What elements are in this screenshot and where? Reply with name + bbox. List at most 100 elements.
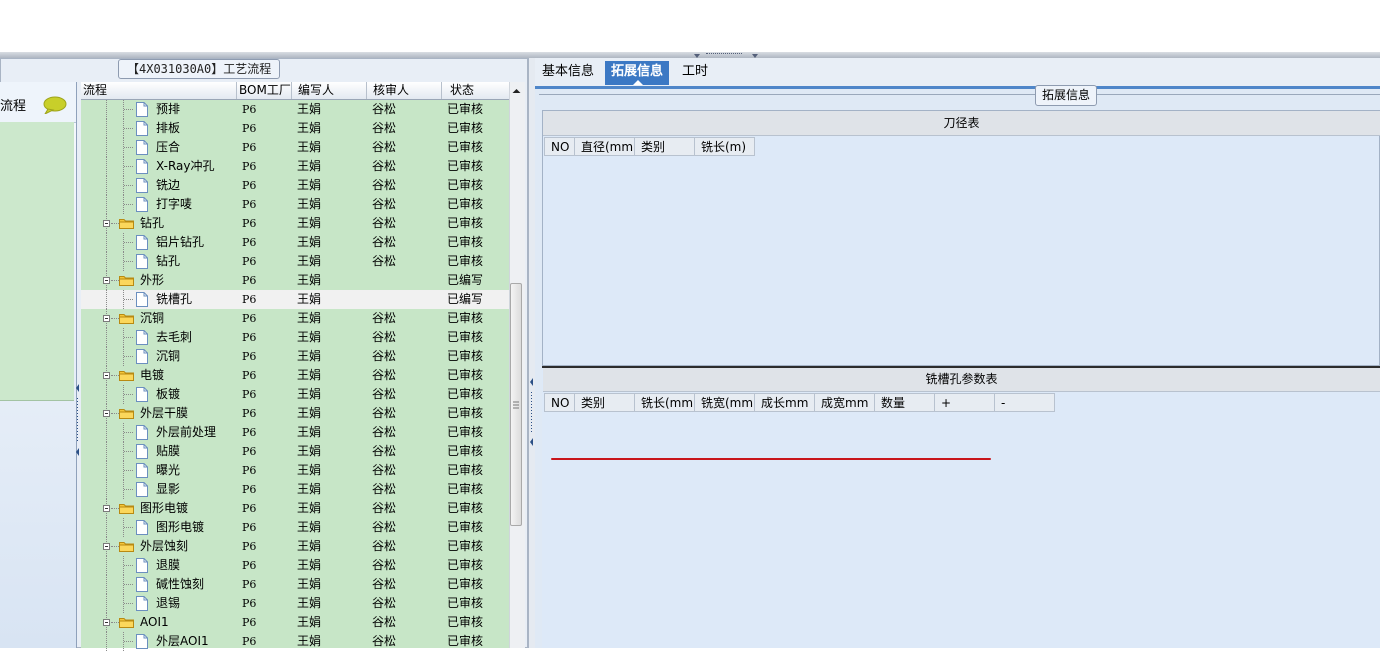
tree-line xyxy=(124,451,133,452)
reviewer-cell: 谷松 xyxy=(372,330,397,344)
column-header-reviewer[interactable]: 核审人 xyxy=(367,82,442,99)
collapse-toggle-icon[interactable] xyxy=(103,543,110,550)
table-column-header[interactable]: 铣长(mm) xyxy=(634,393,695,412)
collapse-toggle-icon[interactable] xyxy=(103,372,110,379)
table-row[interactable]: 排板 P6 王娟 谷松 已审核 xyxy=(81,119,509,138)
bom-cell: P6 xyxy=(242,198,257,211)
table-row[interactable]: 铝片钻孔 P6 王娟 谷松 已审核 xyxy=(81,233,509,252)
table-row[interactable]: 外层干膜 P6 王娟 谷松 已审核 xyxy=(81,404,509,423)
extended-info-group-title: 拓展信息 xyxy=(1035,85,1098,106)
tree-line xyxy=(111,546,119,547)
reviewer-cell: 谷松 xyxy=(372,121,397,135)
table-row[interactable]: 退膜 P6 王娟 谷松 已审核 xyxy=(81,556,509,575)
tab-work-hours[interactable]: 工时 xyxy=(676,61,714,85)
column-header-bom[interactable]: BOM工厂 xyxy=(237,82,292,99)
collapse-toggle-icon[interactable] xyxy=(103,410,110,417)
table-row[interactable]: X-Ray冲孔 P6 王娟 谷松 已审核 xyxy=(81,157,509,176)
reviewer-cell: 谷松 xyxy=(372,159,397,173)
table-row[interactable]: 钻孔 P6 王娟 谷松 已审核 xyxy=(81,214,509,233)
sidebar-list-area xyxy=(0,122,74,401)
table-row[interactable]: 外形 P6 王娟 已编写 xyxy=(81,271,509,290)
table-row[interactable]: 压合 P6 王娟 谷松 已审核 xyxy=(81,138,509,157)
bom-cell: P6 xyxy=(242,521,257,534)
folder-icon xyxy=(119,542,134,552)
table-row[interactable]: 显影 P6 王娟 谷松 已审核 xyxy=(81,480,509,499)
table-row[interactable]: 预排 P6 王娟 谷松 已审核 xyxy=(81,100,509,119)
status-cell: 已审核 xyxy=(447,159,484,173)
table-row[interactable]: 贴膜 P6 王娟 谷松 已审核 xyxy=(81,442,509,461)
table-row[interactable]: 电镀 P6 王娟 谷松 已审核 xyxy=(81,366,509,385)
bom-cell: P6 xyxy=(242,274,257,287)
table-column-header[interactable]: 类别 xyxy=(634,137,695,156)
tree-line xyxy=(106,195,107,214)
bom-cell: P6 xyxy=(242,141,257,154)
table-row[interactable]: 沉铜 P6 王娟 谷松 已审核 xyxy=(81,309,509,328)
reviewer-cell: 谷松 xyxy=(372,634,397,648)
table-column-header[interactable]: NO xyxy=(544,393,575,412)
table-row[interactable]: 板镀 P6 王娟 谷松 已审核 xyxy=(81,385,509,404)
table-column-header[interactable]: + xyxy=(934,393,995,412)
tree-line xyxy=(106,423,107,442)
bom-cell: P6 xyxy=(242,179,257,192)
table-column-header[interactable]: 直径(mm) xyxy=(574,137,635,156)
table-row[interactable]: 去毛刺 P6 王娟 谷松 已审核 xyxy=(81,328,509,347)
table-row[interactable]: AOI1 P6 王娟 谷松 已审核 xyxy=(81,613,509,632)
table-row[interactable]: 外层前处理 P6 王娟 谷松 已审核 xyxy=(81,423,509,442)
bom-cell: P6 xyxy=(242,502,257,515)
tree-line xyxy=(124,565,133,566)
document-icon xyxy=(136,596,148,611)
document-icon xyxy=(136,482,148,497)
status-cell: 已审核 xyxy=(447,349,484,363)
tree-line xyxy=(111,223,119,224)
table-column-header[interactable]: 成长mm xyxy=(754,393,815,412)
status-cell: 已审核 xyxy=(447,178,484,192)
splitter-grip-icon[interactable] xyxy=(529,378,534,458)
table-row[interactable]: 外层蚀刻 P6 王娟 谷松 已审核 xyxy=(81,537,509,556)
writer-cell: 王娟 xyxy=(297,254,322,268)
collapse-toggle-icon[interactable] xyxy=(103,315,110,322)
tree-line xyxy=(124,299,133,300)
process-name-cell: 外层干膜 xyxy=(140,406,189,420)
table-row[interactable]: 碱性蚀刻 P6 王娟 谷松 已审核 xyxy=(81,575,509,594)
table-row[interactable]: 外层AOI1 P6 王娟 谷松 已审核 xyxy=(81,632,509,651)
table-row[interactable]: 退锡 P6 王娟 谷松 已审核 xyxy=(81,594,509,613)
writer-cell: 王娟 xyxy=(297,463,322,477)
table-column-header[interactable]: 铣长(m) xyxy=(694,137,755,156)
table-row[interactable]: 铣槽孔 P6 王娟 已编写 xyxy=(81,290,509,309)
collapse-toggle-icon[interactable] xyxy=(103,505,110,512)
table-row[interactable]: 铣边 P6 王娟 谷松 已审核 xyxy=(81,176,509,195)
bom-cell: P6 xyxy=(242,103,257,116)
table-column-header[interactable]: NO xyxy=(544,137,575,156)
table-row[interactable]: 钻孔 P6 王娟 谷松 已审核 xyxy=(81,252,509,271)
table-column-header[interactable]: 成宽mm xyxy=(814,393,875,412)
document-icon xyxy=(136,349,148,364)
table-column-header[interactable]: - xyxy=(994,393,1055,412)
process-name-cell: 电镀 xyxy=(140,368,165,382)
table-row[interactable]: 曝光 P6 王娟 谷松 已审核 xyxy=(81,461,509,480)
column-header-status[interactable]: 状态 xyxy=(442,82,511,99)
writer-cell: 王娟 xyxy=(297,216,322,230)
speech-bubble-icon[interactable] xyxy=(42,96,68,114)
tab-basic-info[interactable]: 基本信息 xyxy=(536,61,600,85)
bom-cell: P6 xyxy=(242,255,257,268)
writer-cell: 王娟 xyxy=(297,159,322,173)
table-row[interactable]: 打字唛 P6 王娟 谷松 已审核 xyxy=(81,195,509,214)
folder-icon xyxy=(119,504,134,514)
document-icon xyxy=(136,159,148,174)
table-row[interactable]: 图形电镀 P6 王娟 谷松 已审核 xyxy=(81,499,509,518)
collapse-toggle-icon[interactable] xyxy=(103,619,110,626)
column-header-process[interactable]: 流程 xyxy=(81,82,237,99)
table-column-header[interactable]: 铣宽(mm) xyxy=(694,393,755,412)
table-row[interactable]: 沉铜 P6 王娟 谷松 已审核 xyxy=(81,347,509,366)
collapse-toggle-icon[interactable] xyxy=(103,277,110,284)
writer-cell: 王娟 xyxy=(297,539,322,553)
table-row[interactable]: 图形电镀 P6 王娟 谷松 已审核 xyxy=(81,518,509,537)
sidebar-item-label[interactable]: 流程 xyxy=(0,95,26,114)
table-column-header[interactable]: 类别 xyxy=(574,393,635,412)
tree-line xyxy=(106,100,107,119)
scroll-up-arrow-icon[interactable] xyxy=(509,84,524,98)
sidebar-collapse-grip[interactable] xyxy=(76,380,80,460)
table-column-header[interactable]: 数量 xyxy=(874,393,935,412)
collapse-toggle-icon[interactable] xyxy=(103,220,110,227)
column-header-writer[interactable]: 编写人 xyxy=(292,82,367,99)
